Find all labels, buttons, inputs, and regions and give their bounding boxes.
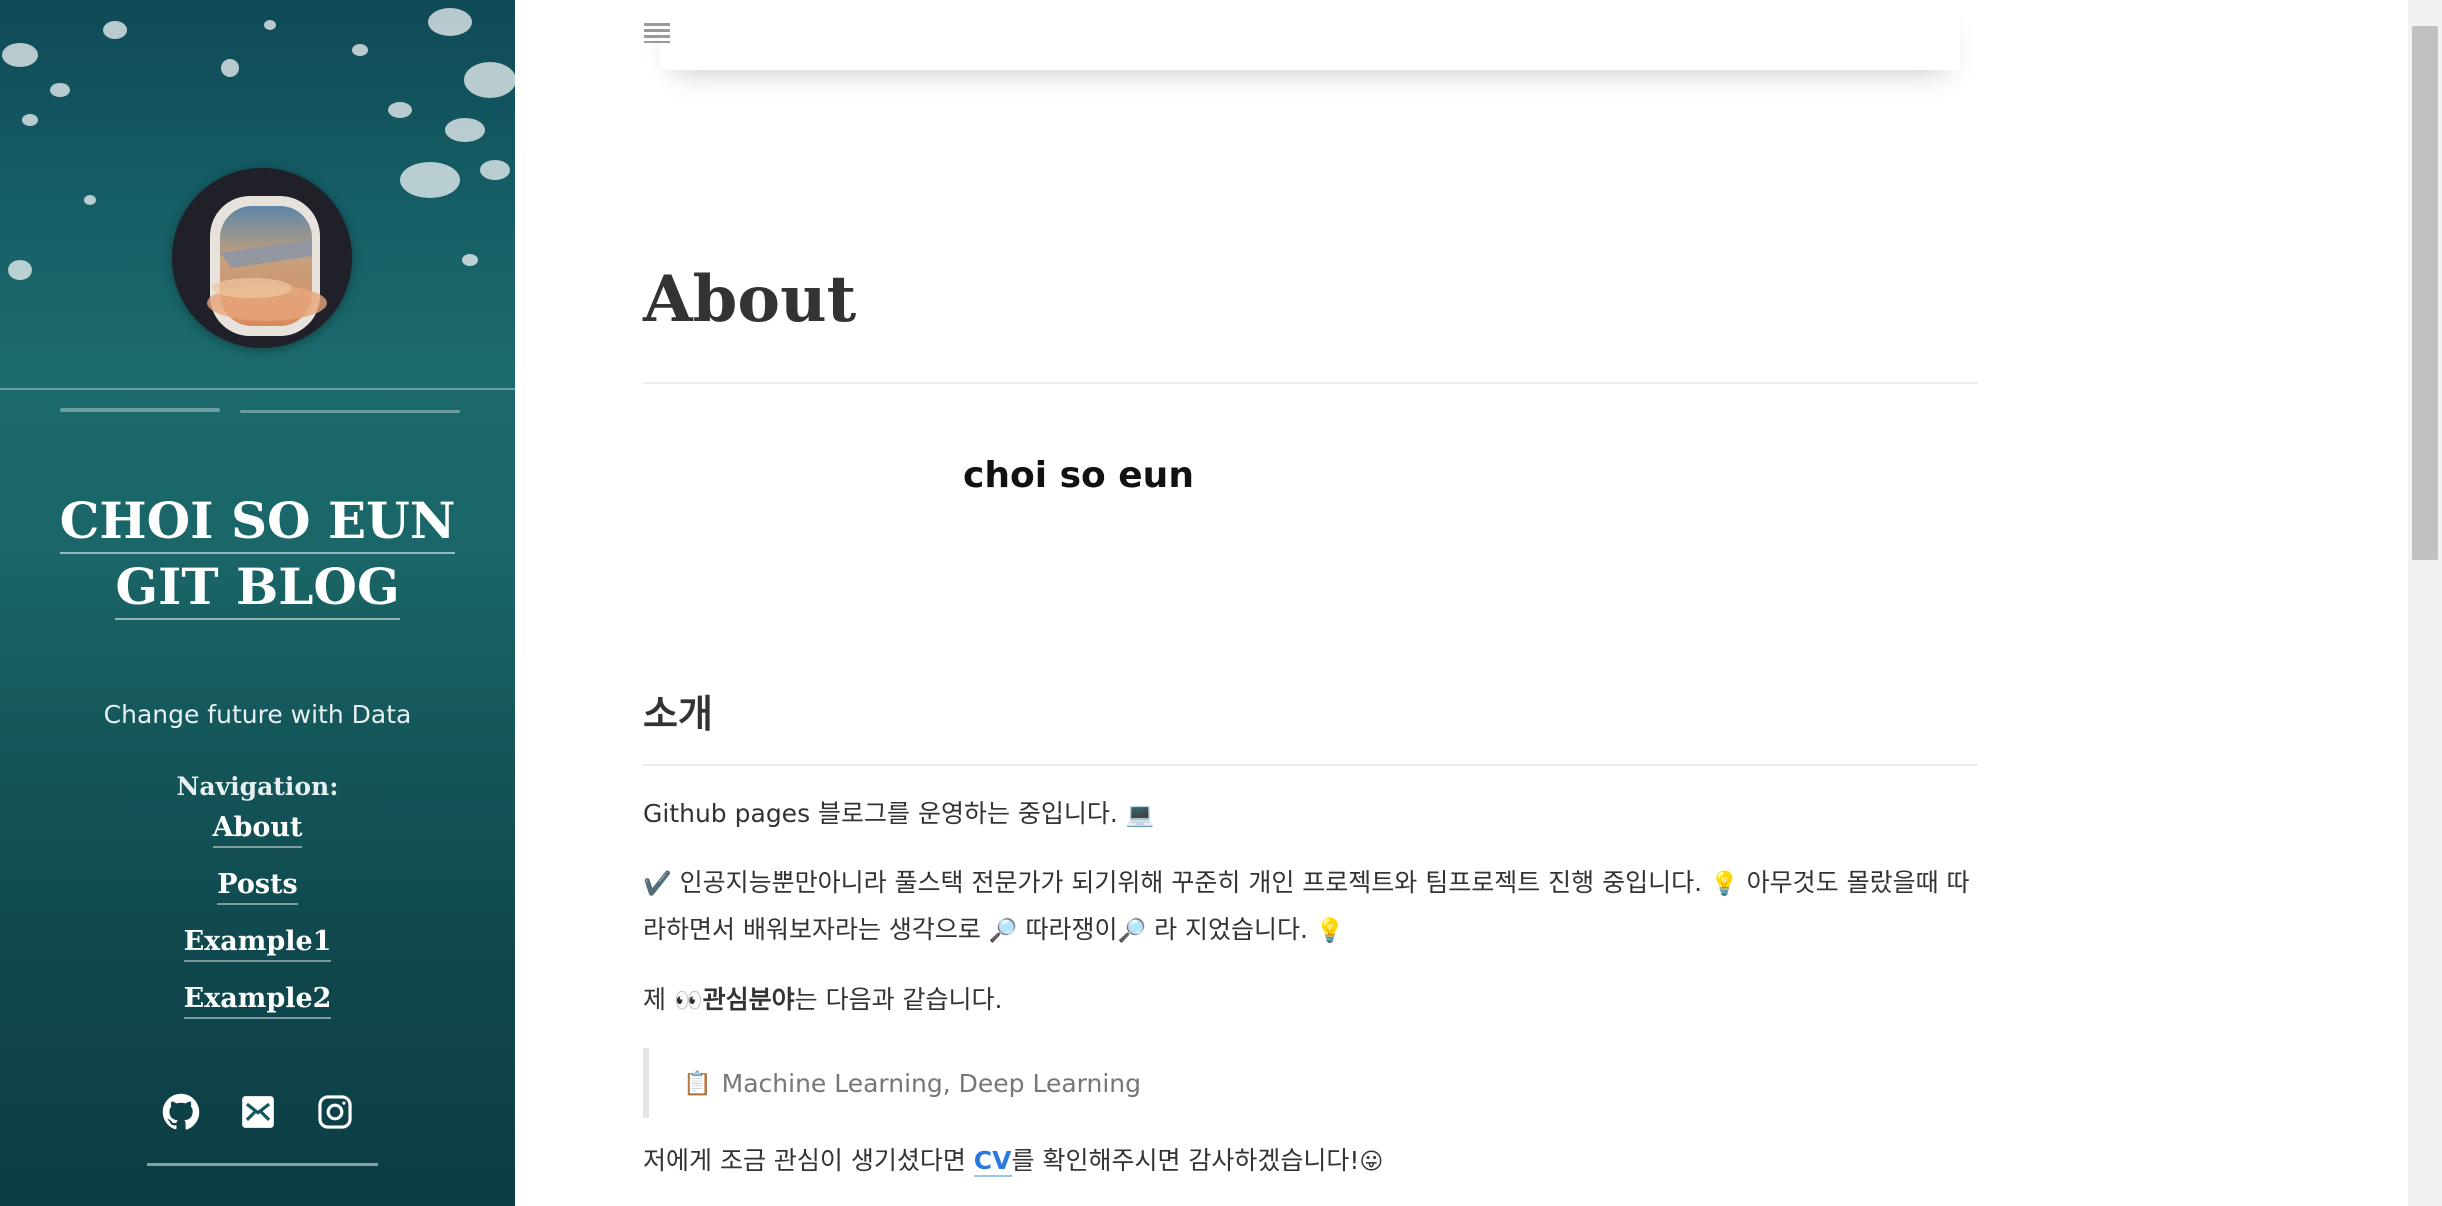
cv-text-b: 를 확인해주시면 감사하겠습니다! <box>1011 1146 1360 1175</box>
goal-text-d: 라 지었습니다. <box>1154 915 1308 944</box>
title-divider <box>643 382 1978 384</box>
interest-bold: 관심분야 <box>702 985 795 1014</box>
email-icon[interactable] <box>238 1092 278 1132</box>
nav-item-posts: Posts <box>0 869 515 926</box>
nav-item-example2: Example2 <box>0 983 515 1040</box>
check-mark-icon: ✔️ <box>643 871 672 897</box>
site-tagline: Change future with Data <box>103 700 412 729</box>
sidebar: CHOI SO EUN GIT BLOG Change future with … <box>0 0 515 1206</box>
interest-text-b: 는 다음과 같습니다. <box>794 985 1003 1014</box>
goal-text-c: 따라쟁이 <box>1025 915 1118 944</box>
avatar <box>172 168 352 348</box>
intro-paragraph: Github pages 블로그를 운영하는 중입니다. 💻 <box>643 791 1978 838</box>
page-title: About <box>643 262 857 337</box>
goal-paragraph: ✔️ 인공지능뿐만아니라 풀스택 전문가가 되기위해 꾸준히 개인 프로젝트와 … <box>643 860 1978 954</box>
cv-paragraph: 저에게 조금 관심이 생기셨다면 CV를 확인해주시면 감사하겠습니다!😛 <box>643 1138 1978 1185</box>
interest-text-a: 제 <box>643 985 667 1014</box>
nav-heading: Navigation: <box>176 772 339 801</box>
nav-item-about: About <box>0 812 515 869</box>
main-content: About choi so eun 소개 Github pages 블로그를 운… <box>643 0 1978 1206</box>
nav-link-example1[interactable]: Example1 <box>183 926 332 962</box>
section-heading-intro: 소개 <box>643 692 713 736</box>
eyes-icon: 👀 <box>673 988 703 1014</box>
nav-item-example1: Example1 <box>0 926 515 983</box>
site-title-text[interactable]: CHOI SO EUN GIT BLOG <box>59 491 456 620</box>
social-links <box>0 1092 515 1132</box>
section-divider <box>643 764 1978 766</box>
intro-text: Github pages 블로그를 운영하는 중입니다. <box>643 799 1118 828</box>
nav-link-posts[interactable]: Posts <box>217 869 298 905</box>
quote-text: Machine Learning, Deep Learning <box>721 1068 1142 1098</box>
cv-text-a: 저에게 조금 관심이 생기셨다면 <box>643 1146 966 1175</box>
github-icon[interactable] <box>161 1092 201 1132</box>
laptop-emoji-icon: 💻 <box>1125 802 1155 828</box>
scrollbar-thumb[interactable] <box>2412 26 2438 560</box>
interest-quote: 📋 Machine Learning, Deep Learning <box>643 1048 1978 1118</box>
sidebar-divider <box>147 1163 378 1166</box>
magnifier-icon: 🔎 <box>988 918 1018 944</box>
nav-link-about[interactable]: About <box>212 812 303 848</box>
interest-paragraph: 제 👀관심분야는 다음과 같습니다. <box>643 977 1978 1024</box>
tongue-emoji-icon: 😛 <box>1359 1149 1384 1175</box>
lightbulb-icon: 💡 <box>1315 918 1345 944</box>
goal-text-a: 인공지능뿐만아니라 풀스택 전문가가 되기위해 꾸준히 개인 프로젝트와 팀프로… <box>679 868 1703 897</box>
magnifier-icon: 🔎 <box>1117 918 1147 944</box>
cv-link[interactable]: CV <box>973 1146 1012 1177</box>
clipboard-icon: 📋 <box>683 1070 712 1097</box>
lightbulb-icon: 💡 <box>1710 871 1739 897</box>
instagram-icon[interactable] <box>315 1092 355 1132</box>
nav-list: About Posts Example1 Example2 <box>0 812 515 1040</box>
author-name: choi so eun <box>963 455 1194 496</box>
nav-link-example2[interactable]: Example2 <box>183 983 332 1019</box>
site-title[interactable]: CHOI SO EUN GIT BLOG <box>30 488 485 620</box>
